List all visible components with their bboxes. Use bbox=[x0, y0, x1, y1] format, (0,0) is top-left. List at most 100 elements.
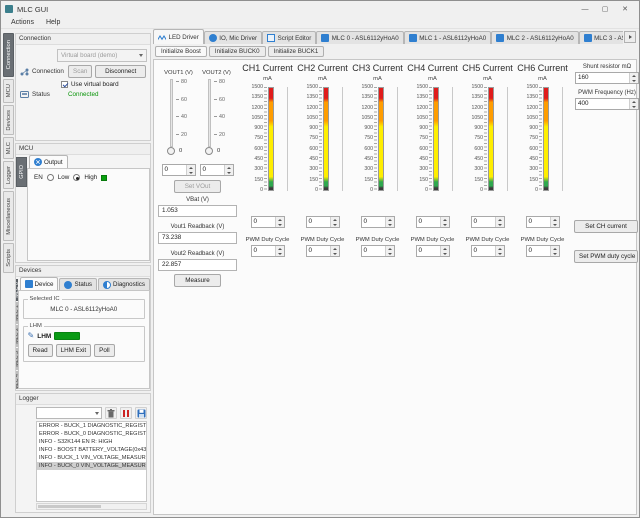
log-filter-combo[interactable] bbox=[36, 407, 102, 419]
board-select[interactable]: Virtual board (demo) bbox=[57, 49, 147, 62]
gpio-tab[interactable]: GPIO bbox=[16, 157, 27, 187]
mlc-side-tab[interactable]: MLC 4 bbox=[16, 371, 18, 389]
vout-spinbox[interactable]: 0 bbox=[200, 164, 234, 176]
dock-tab[interactable]: Miscellaneous bbox=[3, 191, 14, 241]
vout-slider[interactable]: 80604020 0 bbox=[198, 79, 235, 159]
log-entry[interactable]: ERROR - BUCK_0 DIAGNOSTIC_REGISTER_4-DIA… bbox=[37, 430, 146, 438]
main-tab[interactable]: MLC 0 - ASL6112yHoA0 bbox=[316, 31, 403, 44]
log-horizontal-scrollbar[interactable] bbox=[36, 503, 147, 510]
spin-down-button[interactable] bbox=[331, 222, 339, 227]
en-high-radio[interactable] bbox=[73, 174, 80, 181]
measure-button[interactable]: Measure bbox=[174, 274, 221, 287]
virtual-board-checkbox[interactable] bbox=[61, 81, 68, 88]
log-entry[interactable]: ERROR - BUCK_1 DIAGNOSTIC_REGISTER_4-DIA… bbox=[37, 422, 146, 430]
channel-current-spinbox[interactable]: 0 bbox=[471, 216, 505, 228]
tab-scroll-button[interactable] bbox=[624, 31, 636, 43]
disconnect-button[interactable]: Disconnect bbox=[95, 65, 146, 78]
main-tab[interactable]: MLC 1 - ASL6112yHoA0 bbox=[404, 31, 491, 44]
log-entry[interactable]: INFO - S32K144 EN R: HIGH bbox=[37, 438, 146, 446]
main-tab[interactable]: IO, Mic Driver bbox=[204, 31, 262, 44]
spin-down-button[interactable] bbox=[441, 222, 449, 227]
save-log-button[interactable] bbox=[135, 407, 147, 419]
spin-down-button[interactable] bbox=[386, 222, 394, 227]
shunt-resistor-spinbox[interactable]: 160 bbox=[575, 72, 639, 84]
pause-log-button[interactable] bbox=[120, 407, 132, 419]
sub-tab[interactable]: Initialize BUCK1 bbox=[268, 46, 325, 57]
spin-down-button[interactable] bbox=[187, 170, 195, 175]
channel-current-spinbox[interactable]: 0 bbox=[361, 216, 395, 228]
channel-current-spinbox[interactable]: 0 bbox=[251, 216, 285, 228]
dock-tab[interactable]: Scripts bbox=[3, 243, 14, 273]
spin-up-icon bbox=[443, 248, 447, 250]
channel-current-spinbox[interactable]: 0 bbox=[416, 216, 450, 228]
en-low-radio[interactable] bbox=[47, 174, 54, 181]
dock-tab[interactable]: Logger bbox=[3, 161, 14, 189]
spin-down-button[interactable] bbox=[276, 222, 284, 227]
pwm-duty-spinbox[interactable]: 0 bbox=[306, 245, 340, 257]
spin-down-button[interactable] bbox=[630, 104, 638, 109]
device-tab[interactable]: Diagnostics bbox=[98, 278, 150, 290]
spin-down-button[interactable] bbox=[551, 222, 559, 227]
poll-button[interactable]: Poll bbox=[94, 344, 115, 357]
spin-down-button[interactable] bbox=[276, 251, 284, 256]
spin-down-button[interactable] bbox=[496, 251, 504, 256]
sub-tab[interactable]: Initialize Boost bbox=[155, 46, 207, 57]
spin-down-button[interactable] bbox=[551, 251, 559, 256]
vout-spinbox[interactable]: 0 bbox=[162, 164, 196, 176]
log-entry[interactable]: INFO - BUCK_1 VIN_VOLTAGE_MEASUREMENT(0x… bbox=[37, 454, 146, 462]
close-icon[interactable]: ✕ bbox=[615, 5, 635, 13]
menu-item[interactable]: Help bbox=[40, 19, 66, 26]
scrollbar-thumb[interactable] bbox=[38, 505, 101, 508]
spin-down-button[interactable] bbox=[630, 78, 638, 83]
device-tab[interactable]: Device bbox=[20, 277, 59, 290]
pwm-duty-spinbox[interactable]: 0 bbox=[526, 245, 560, 257]
output-tab[interactable]: Output bbox=[29, 155, 68, 168]
dock-tab[interactable]: MLC bbox=[3, 137, 14, 159]
channel-title: CH2 Current bbox=[297, 63, 348, 73]
lhm-exit-button[interactable]: LHM Exit bbox=[56, 344, 92, 357]
dock-tab[interactable]: Connection bbox=[3, 33, 14, 77]
device-tab[interactable]: Status bbox=[59, 278, 97, 290]
channel-title: CH1 Current bbox=[242, 63, 293, 73]
sub-tab[interactable]: Initialize BUCK0 bbox=[209, 46, 266, 57]
pwm-duty-spinbox[interactable]: 0 bbox=[361, 245, 395, 257]
menu-item[interactable]: Actions bbox=[5, 19, 40, 26]
current-gauge: 15001350120010509007506004503001500 bbox=[302, 87, 343, 191]
channel-current-spinbox[interactable]: 0 bbox=[526, 216, 560, 228]
spin-down-button[interactable] bbox=[496, 222, 504, 227]
clear-log-button[interactable] bbox=[105, 407, 117, 419]
main-tab[interactable]: LED Driver bbox=[153, 29, 204, 44]
pwm-frequency-spinbox[interactable]: 400 bbox=[575, 98, 639, 110]
log-entry[interactable]: INFO - BOOST BATTERY_VOLTAGE(0x43 R: 0x0… bbox=[37, 446, 146, 454]
read-button[interactable]: Read bbox=[28, 344, 53, 357]
set-vout-button[interactable]: Set VOut bbox=[174, 180, 222, 193]
channel-title: CH6 Current bbox=[517, 63, 568, 73]
minimize-icon[interactable]: — bbox=[575, 6, 595, 13]
set-pwm-duty-button[interactable]: Set PWM duty cycle bbox=[574, 250, 638, 263]
slider-handle[interactable] bbox=[205, 147, 213, 155]
log-entry[interactable]: INFO - BUCK_0 VIN_VOLTAGE_MEASUREMENT(0x… bbox=[37, 462, 146, 470]
scan-button[interactable]: Scan bbox=[68, 65, 92, 78]
spin-down-button[interactable] bbox=[331, 251, 339, 256]
dock-tab[interactable]: Devices bbox=[3, 105, 14, 135]
vout-slider[interactable]: 80604020 0 bbox=[160, 79, 197, 159]
maximize-icon[interactable]: ▢ bbox=[595, 5, 615, 13]
pwm-duty-spinbox[interactable]: 0 bbox=[251, 245, 285, 257]
vout1-readback-field[interactable]: 73.238 bbox=[158, 232, 237, 244]
dock-tab[interactable]: MCU bbox=[3, 79, 14, 103]
vout2-readback-field[interactable]: 22.857 bbox=[158, 259, 237, 271]
vbat-field[interactable]: 1.053 bbox=[158, 205, 237, 217]
log-list[interactable]: ERROR - BUCK_1 DIAGNOSTIC_REGISTER_4-DIA… bbox=[36, 421, 147, 502]
spin-down-button[interactable] bbox=[441, 251, 449, 256]
spin-down-button[interactable] bbox=[386, 251, 394, 256]
pwm-duty-spinbox[interactable]: 0 bbox=[416, 245, 450, 257]
pwm-duty-spinbox[interactable]: 0 bbox=[471, 245, 505, 257]
set-ch-current-button[interactable]: Set CH current bbox=[574, 220, 638, 233]
slider-handle[interactable] bbox=[167, 147, 175, 155]
spin-down-button[interactable] bbox=[225, 170, 233, 175]
channel-current-spinbox[interactable]: 0 bbox=[306, 216, 340, 228]
main-tab[interactable]: MLC 3 - ASL6112yHoA0 bbox=[579, 31, 623, 44]
chevron-down-icon bbox=[139, 54, 143, 57]
main-tab[interactable]: MLC 2 - ASL6112yHoA0 bbox=[491, 31, 578, 44]
main-tab[interactable]: Script Editor bbox=[262, 31, 316, 44]
